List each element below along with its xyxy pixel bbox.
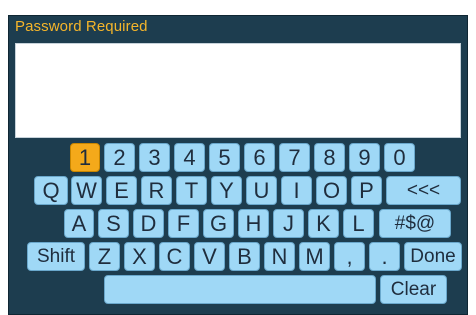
key-v[interactable]: V — [194, 242, 225, 271]
key-comma[interactable]: , — [334, 242, 365, 271]
key-r[interactable]: R — [141, 176, 172, 205]
key-d[interactable]: D — [133, 209, 164, 238]
key-0[interactable]: 0 — [384, 143, 415, 172]
key-5[interactable]: 5 — [209, 143, 240, 172]
backspace-key[interactable]: <<< — [386, 176, 461, 205]
password-display[interactable] — [15, 43, 461, 138]
key-c[interactable]: C — [159, 242, 190, 271]
password-dialog: Password Required 1 2 3 4 5 6 7 8 9 0 Q … — [8, 15, 468, 315]
key-7[interactable]: 7 — [279, 143, 310, 172]
done-button[interactable]: Done — [404, 242, 462, 271]
key-s[interactable]: S — [98, 209, 129, 238]
key-b[interactable]: B — [229, 242, 260, 271]
key-h[interactable]: H — [238, 209, 269, 238]
key-3[interactable]: 3 — [139, 143, 170, 172]
key-a[interactable]: A — [64, 209, 94, 238]
key-o[interactable]: O — [316, 176, 347, 205]
key-x[interactable]: X — [124, 242, 155, 271]
clear-button[interactable]: Clear — [380, 275, 447, 304]
symbols-key[interactable]: #$@ — [379, 209, 451, 238]
shift-key[interactable]: Shift — [27, 242, 85, 271]
key-y[interactable]: Y — [211, 176, 242, 205]
key-9[interactable]: 9 — [349, 143, 380, 172]
key-8[interactable]: 8 — [314, 143, 345, 172]
key-period[interactable]: . — [369, 242, 400, 271]
key-i[interactable]: I — [281, 176, 312, 205]
key-k[interactable]: K — [308, 209, 339, 238]
key-m[interactable]: M — [299, 242, 330, 271]
key-g[interactable]: G — [203, 209, 234, 238]
key-f[interactable]: F — [168, 209, 199, 238]
dialog-title: Password Required — [15, 18, 148, 35]
key-q[interactable]: Q — [34, 176, 68, 205]
key-e[interactable]: E — [106, 176, 137, 205]
key-2[interactable]: 2 — [104, 143, 135, 172]
key-p[interactable]: P — [351, 176, 382, 205]
key-6[interactable]: 6 — [244, 143, 275, 172]
key-w[interactable]: W — [71, 176, 102, 205]
key-j[interactable]: J — [273, 209, 304, 238]
key-u[interactable]: U — [246, 176, 277, 205]
key-4[interactable]: 4 — [174, 143, 205, 172]
key-1[interactable]: 1 — [70, 143, 100, 172]
key-t[interactable]: T — [176, 176, 207, 205]
key-n[interactable]: N — [264, 242, 295, 271]
key-z[interactable]: Z — [89, 242, 120, 271]
key-l[interactable]: L — [343, 209, 374, 238]
space-bar[interactable] — [104, 275, 376, 304]
